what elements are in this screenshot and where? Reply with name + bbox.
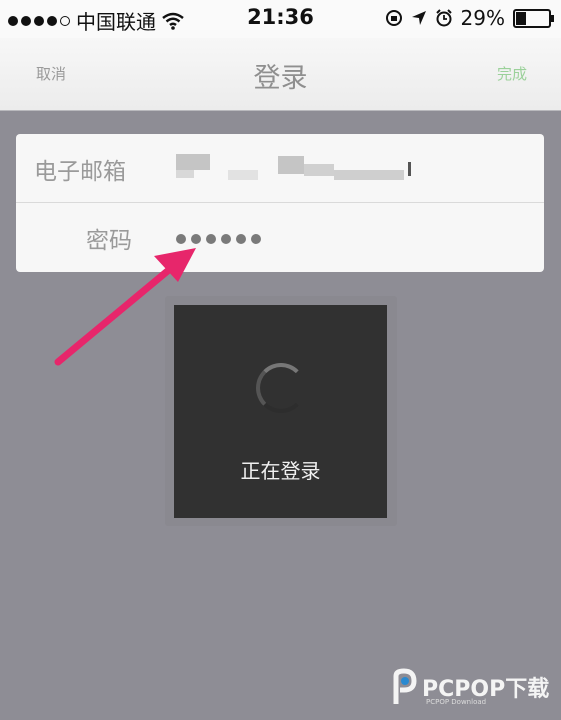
- pcpop-logo-icon: [393, 668, 417, 704]
- watermark-logo: PCPOP下载 PCPOP Download: [390, 668, 549, 706]
- watermark-sub: PCPOP Download: [426, 698, 487, 706]
- loading-spinner-icon: [256, 363, 306, 413]
- loading-dialog: 正在登录: [174, 305, 387, 518]
- loading-message: 正在登录: [240, 459, 321, 483]
